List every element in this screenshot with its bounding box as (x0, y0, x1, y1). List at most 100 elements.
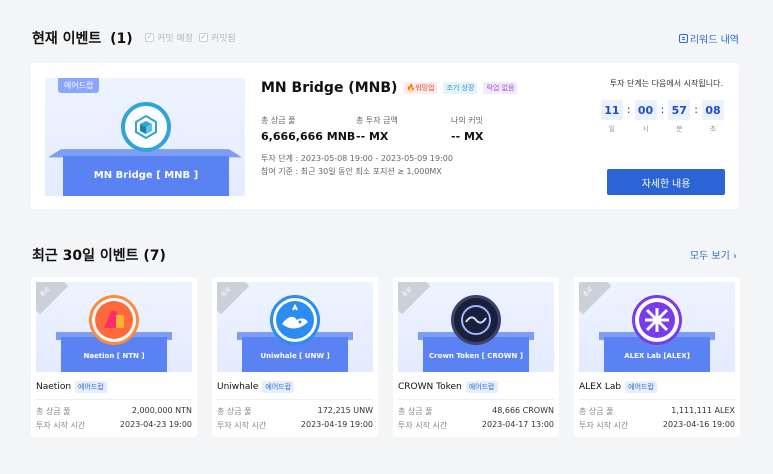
event-card-banner-text: Uniwhale [ UNW ] (260, 352, 330, 360)
crown-logo-icon (451, 295, 501, 345)
event-card-banner-text: ALEX Lab [ALEX] (624, 352, 690, 360)
pool-value: 2,000,000 NTN (131, 406, 192, 415)
airdrop-tag: 에어드랍 (625, 381, 657, 393)
event-banner[interactable]: 에어드랍 MN Bridge [ MNB ] (45, 78, 245, 196)
stat-total-pool: 총 상금 풀 6,666,666 MNB (261, 115, 356, 143)
stat-my-commit: 나의 커밋 -- MX (451, 115, 546, 143)
start-value: 2023-04-23 19:00 (119, 420, 192, 429)
start-label: 투자 시작 시간 (36, 421, 86, 430)
check-icon[interactable]: ✓ (199, 33, 208, 42)
ended-ribbon (217, 282, 250, 315)
stat-value: -- MX (356, 130, 389, 143)
pool-value: 1,111,111 ALEX (671, 406, 735, 415)
mnb-logo-icon (121, 102, 171, 152)
event-card-image: ALEX Lab [ALEX] 종료 (579, 282, 735, 372)
reward-history-link[interactable]: 리워드 내역 (678, 31, 739, 46)
pool-row: 총 상금 풀 1,111,111 ALEX (579, 406, 735, 417)
divider (579, 399, 735, 400)
event-card-name: Uniwhale 에어드랍 (217, 381, 295, 393)
stat-value: -- MX (451, 130, 484, 143)
participation-criteria: 참여 기준 : 최근 30일 동안 최소 포지션 ≥ 1,000MX (261, 167, 442, 176)
colon: : (660, 103, 665, 116)
event-card-alex[interactable]: ALEX Lab [ALEX] 종료 ALEX Lab 에어드랍 총 상금 풀 1,… (574, 277, 740, 437)
warmup-badge: 🔥워밍업 (403, 82, 438, 94)
pool-label: 총 상금 풀 (398, 407, 433, 416)
countdown-number: 11 (600, 100, 623, 120)
stat-label: 총 상금 풀 (261, 116, 296, 125)
divider (398, 399, 554, 400)
countdown-days: 11 일 (600, 100, 623, 134)
filter-committing[interactable]: ✓ 커밋 예정 (145, 31, 193, 44)
event-card-name-text: CROWN Token (398, 382, 462, 392)
current-events-count: (1) (110, 31, 133, 47)
stat-label: 나의 커밋 (451, 116, 483, 125)
countdown-label: 투자 단계는 다음에서 시작됩니다. (609, 79, 723, 88)
start-label: 투자 시작 시간 (579, 421, 629, 430)
colon: : (694, 103, 698, 116)
investment-period: 투자 단계 : 2023-05-08 19:00 - 2023-05-09 19… (261, 154, 453, 163)
page: 현재 이벤트 (1) ✓ 커밋 예정 ✓ 커밋됨 리워드 내역 에어드랍 MN (0, 0, 773, 474)
view-all-link[interactable]: 모두 보기 › (690, 247, 737, 262)
details-button[interactable]: 자세한 내용 (607, 169, 725, 195)
check-icon[interactable]: ✓ (145, 33, 154, 42)
divider (36, 399, 192, 400)
stat-total-investment: 총 투자 금액 -- MX (356, 115, 451, 143)
warmup-badge-label: 워밍업 (415, 84, 435, 92)
start-label: 투자 시작 시간 (398, 421, 448, 430)
event-card-name: Naetion 에어드랍 (36, 381, 107, 393)
start-row: 투자 시작 시간 2023-04-23 19:00 (36, 420, 192, 431)
event-card-image: Uniwhale [ UNW ] 종료 (217, 282, 373, 372)
start-row: 투자 시작 시간 2023-04-17 13:00 (398, 420, 554, 431)
fire-icon: 🔥 (406, 84, 416, 92)
event-stats: 총 상금 풀 6,666,666 MNB 총 투자 금액 -- MX 나의 커밋… (261, 115, 546, 143)
event-card-banner-text: Crown Token [ CROWN ] (429, 352, 523, 360)
filter-committed[interactable]: ✓ 커밋됨 (199, 31, 236, 44)
ended-ribbon (579, 282, 612, 315)
recent-events-grid: Naetion [ NTN ] 종료 Naetion 에어드랍 총 상금 풀 2,0… (31, 277, 740, 437)
event-card-image: Naetion [ NTN ] 종료 (36, 282, 192, 372)
start-value: 2023-04-16 19:00 (662, 420, 735, 429)
countdown-number: 57 (668, 100, 691, 120)
start-value: 2023-04-19 19:00 (300, 420, 373, 429)
event-card-name-text: Uniwhale (217, 382, 259, 392)
ended-ribbon (398, 282, 431, 315)
divider (217, 399, 373, 400)
pool-label: 총 상금 풀 (36, 407, 71, 416)
countdown-seconds: 08 초 (702, 100, 724, 134)
event-card-banner-text: Naetion [ NTN ] (83, 352, 145, 360)
countdown-unit: 시 (642, 125, 649, 133)
event-card-crown[interactable]: Crown Token [ CROWN ] 종료 CROWN Token 에어드랍… (393, 277, 559, 437)
event-card-naetion[interactable]: Naetion [ NTN ] 종료 Naetion 에어드랍 총 상금 풀 2,0… (31, 277, 197, 437)
event-card-uniwhale[interactable]: Uniwhale [ UNW ] 종료 Uniwhale 에어드랍 총 상금 풀 1… (212, 277, 378, 437)
countdown-hours: 00 시 (634, 100, 657, 134)
event-name: MN Bridge (MNB) (261, 80, 398, 96)
pool-row: 총 상금 풀 48,666 CROWN (398, 406, 554, 417)
pool-value: 48,666 CROWN (492, 406, 554, 415)
recent-events-heading: 최근 30일 이벤트 (7) (32, 245, 166, 265)
airdrop-tag: 에어드랍 (58, 78, 100, 93)
airdrop-tag: 에어드랍 (75, 381, 107, 393)
ended-ribbon (36, 282, 69, 315)
pool-label: 총 상금 풀 (217, 407, 252, 416)
stat-value: 6,666,666 MNB (261, 130, 356, 143)
current-event-card: 에어드랍 MN Bridge [ MNB ] MN Bridge (MNB) 🔥… (31, 63, 739, 209)
event-title: MN Bridge (MNB) 🔥워밍업 조기 상장 락업 없음 (261, 80, 518, 96)
current-events-title: 현재 이벤트 (32, 31, 102, 47)
airdrop-tag: 에어드랍 (262, 381, 295, 393)
countdown-unit: 분 (676, 125, 683, 133)
current-events-heading: 현재 이벤트 (1) (32, 28, 133, 48)
start-row: 투자 시작 시간 2023-04-16 19:00 (579, 420, 735, 431)
colon: : (626, 103, 631, 116)
start-value: 2023-04-17 13:00 (481, 420, 554, 429)
uniwhale-logo-icon (270, 295, 320, 345)
early-listing-badge: 조기 상장 (443, 82, 478, 94)
stat-label: 총 투자 금액 (356, 116, 398, 125)
event-info: 투자 단계 : 2023-05-08 19:00 - 2023-05-09 19… (261, 152, 453, 178)
alex-logo-icon (632, 295, 682, 345)
event-card-name-text: Naetion (36, 382, 72, 392)
countdown-unit: 일 (608, 125, 616, 133)
banner-text: MN Bridge [ MNB ] (93, 170, 199, 181)
recent-events-title: 최근 30일 이벤트 (32, 248, 139, 264)
filter-committed-label: 커밋됨 (211, 34, 236, 44)
countdown-number: 00 (634, 100, 657, 120)
